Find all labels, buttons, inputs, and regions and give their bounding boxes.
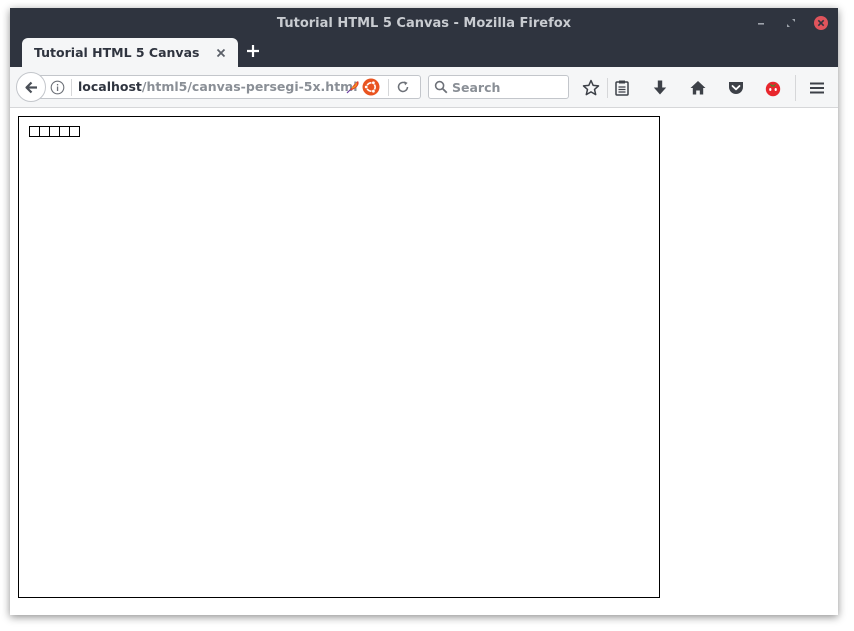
feather-icon[interactable] (345, 79, 361, 95)
search-icon (434, 80, 448, 94)
url-bar[interactable]: localhost/html5/canvas-persegi-5x.html (40, 75, 421, 99)
reload-icon[interactable] (396, 80, 410, 94)
url-text[interactable]: localhost/html5/canvas-persegi-5x.html (78, 79, 358, 94)
canvas-square-3 (49, 126, 60, 137)
html5-canvas[interactable] (18, 116, 660, 598)
url-path: /html5/canvas-persegi-5x.html (141, 79, 358, 94)
maximize-icon[interactable] (783, 15, 799, 31)
back-arrow-icon (25, 81, 37, 94)
toolbar-separator-2 (795, 75, 796, 101)
tab-tutorial-html5-canvas[interactable]: Tutorial HTML 5 Canvas (22, 38, 238, 68)
search-bar[interactable]: Search (428, 75, 569, 99)
info-icon[interactable] (50, 80, 65, 95)
canvas-square-1 (29, 126, 40, 137)
canvas-square-2 (39, 126, 50, 137)
clipboard-icon[interactable] (613, 79, 631, 97)
new-tab-icon[interactable] (246, 44, 260, 58)
navigation-toolbar: localhost/html5/canvas-persegi-5x.html S… (10, 67, 838, 108)
minimize-icon[interactable] (753, 15, 769, 31)
star-icon[interactable] (582, 79, 600, 97)
url-host: localhost (78, 79, 142, 94)
close-tab-icon[interactable] (215, 47, 227, 59)
pocket-icon[interactable] (727, 79, 745, 97)
download-icon[interactable] (651, 79, 669, 97)
tab-label: Tutorial HTML 5 Canvas (34, 45, 200, 60)
home-icon[interactable] (689, 79, 707, 97)
back-button[interactable] (16, 72, 46, 102)
window-title: Tutorial HTML 5 Canvas - Mozilla Firefox (276, 16, 572, 31)
canvas-square-4 (59, 126, 70, 137)
canvas-square-5 (69, 126, 80, 137)
toolbar-separator (607, 78, 608, 98)
hamburger-menu-icon[interactable] (808, 79, 826, 97)
canvas-drawing (29, 126, 80, 137)
page-content (10, 108, 838, 615)
title-bar: Tutorial HTML 5 Canvas - Mozilla Firefox… (10, 8, 838, 68)
url-separator (71, 79, 72, 96)
url-separator-2 (388, 79, 389, 96)
close-window-icon[interactable] (813, 15, 829, 31)
tomato-icon[interactable] (764, 79, 782, 97)
browser-window: Tutorial HTML 5 Canvas - Mozilla Firefox… (10, 8, 838, 615)
ubuntu-icon[interactable] (362, 78, 380, 96)
search-placeholder: Search (452, 80, 501, 95)
